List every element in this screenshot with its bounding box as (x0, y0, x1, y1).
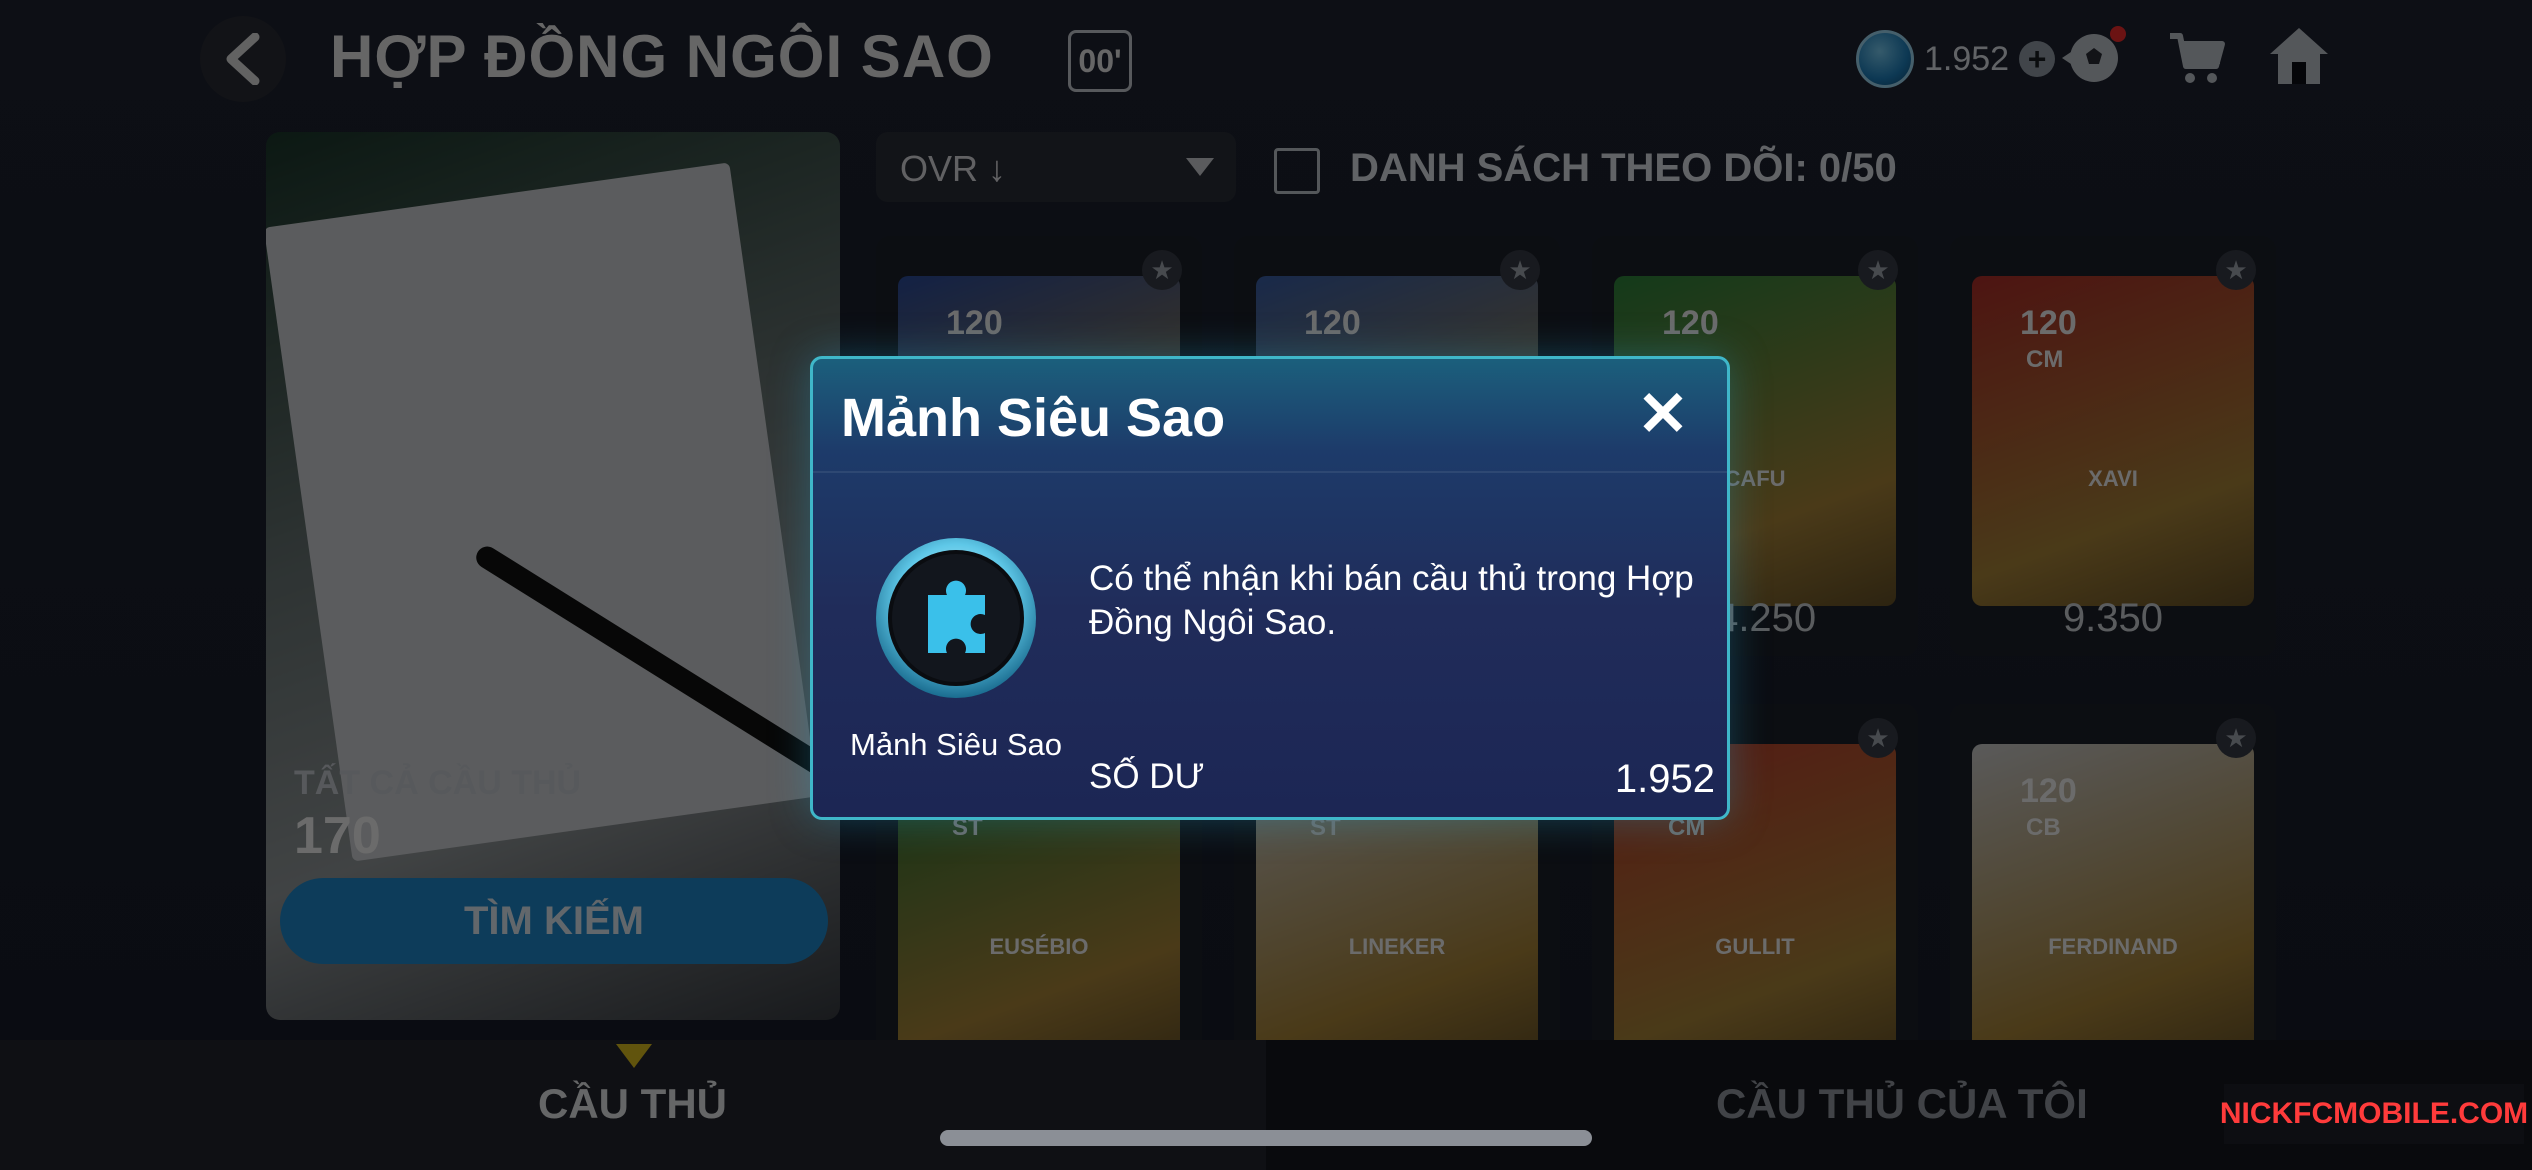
player-ovr: 120 (1662, 304, 1719, 342)
sort-label: OVR ↓ (900, 148, 1007, 189)
game-screen: HỢP ĐỒNG NGÔI SAO 00' 1.952 + TẤT CẢ CẦU… (0, 0, 2532, 1170)
player-ovr: 120 (2020, 304, 2077, 342)
contract-paper-image (266, 162, 819, 862)
bottom-nav: CẦU THỦ CẦU THỦ CỦA TÔI (0, 1040, 2532, 1170)
player-name: GULLIT (1715, 934, 1795, 959)
star-icon[interactable]: ★ (2216, 250, 2256, 290)
tab-players-label: CẦU THỦ (538, 1080, 727, 1127)
search-button[interactable]: TÌM KIẾM (280, 878, 828, 964)
star-icon[interactable]: ★ (1142, 250, 1182, 290)
star-fragment-coin-icon (1856, 30, 1914, 88)
currency-display: 1.952 + (1856, 30, 2056, 88)
player-card[interactable]: ★ 120 CM XAVI 9.350 (1950, 236, 2276, 656)
balance-value: 1.952 (1614, 757, 1715, 801)
close-icon[interactable]: ✕ (1633, 384, 1693, 446)
top-bar: HỢP ĐỒNG NGÔI SAO 00' 1.952 + (0, 0, 2532, 120)
watermark: NICKFCMOBILE.COM (2220, 1084, 2528, 1144)
puzzle-piece-icon (876, 538, 1036, 698)
player-price: 9.350 (2062, 596, 2164, 640)
item-caption: Mảnh Siêu Sao (850, 727, 1062, 762)
home-indicator[interactable] (940, 1130, 1592, 1146)
item-info-dialog: Mảnh Siêu Sao ✕ Mảnh Siêu Sao Có thể nhậ… (810, 356, 1730, 820)
player-ovr: 120 (946, 304, 1003, 342)
back-button[interactable] (200, 16, 286, 102)
star-icon[interactable]: ★ (1858, 718, 1898, 758)
add-currency-icon[interactable]: + (2019, 41, 2056, 77)
dialog-divider (813, 471, 1727, 473)
star-icon[interactable]: ★ (1858, 250, 1898, 290)
cart-icon[interactable] (2166, 30, 2226, 86)
balance-label: SỐ DƯ (1089, 757, 1205, 796)
player-position: CB (2026, 814, 2061, 841)
page-title: HỢP ĐỒNG NGÔI SAO (330, 23, 994, 90)
chevron-left-icon (226, 33, 260, 85)
tab-my-players-label: CẦU THỦ CỦA TÔI (1716, 1080, 2088, 1127)
star-icon[interactable]: ★ (1500, 250, 1540, 290)
item-description: Có thể nhận khi bán cầu thủ trong Hợp Đồ… (1089, 559, 1694, 642)
player-card-art (1972, 744, 2254, 1074)
total-players-value: 170 (294, 807, 381, 865)
sort-dropdown[interactable]: OVR ↓ (876, 132, 1236, 202)
chevron-down-icon (1186, 158, 1214, 176)
tab-players[interactable]: CẦU THỦ (0, 1040, 1266, 1170)
player-name: XAVI (2088, 466, 2138, 491)
player-name: EUSÉBIO (989, 934, 1089, 959)
watchlist-label: DANH SÁCH THEO DÕI: 0/50 (1350, 146, 1897, 190)
notification-dot (2110, 26, 2126, 42)
star-icon[interactable]: ★ (2216, 718, 2256, 758)
player-ovr: 120 (1304, 304, 1361, 342)
dialog-title: Mảnh Siêu Sao (841, 388, 1226, 448)
player-name: LINEKER (1348, 934, 1446, 959)
home-icon[interactable] (2268, 26, 2330, 86)
watchlist-checkbox[interactable] (1274, 148, 1320, 194)
player-position: CM (2026, 346, 2064, 373)
active-tab-indicator (616, 1044, 652, 1068)
player-card-art (1972, 276, 2254, 606)
player-ovr: 120 (2020, 772, 2077, 810)
timer-badge: 00' (1068, 30, 1132, 92)
player-name: FERDINAND (2048, 934, 2178, 959)
currency-value: 1.952 (1924, 39, 2010, 78)
total-players-label: TẤT CẢ CẦU THỦ (294, 764, 582, 802)
